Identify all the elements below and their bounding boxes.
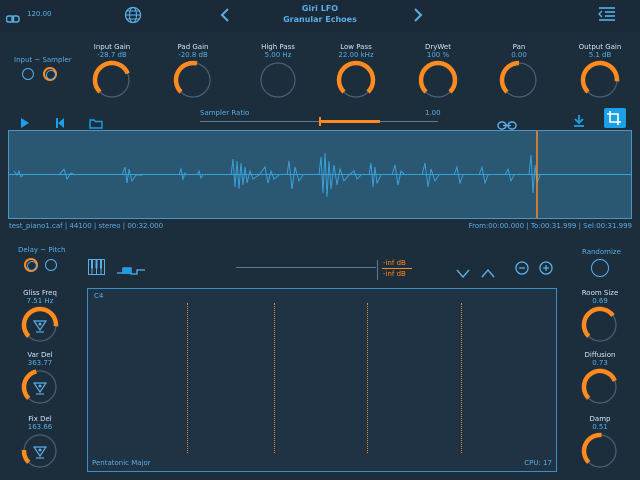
menu-icon[interactable] xyxy=(598,6,616,22)
waveform-view[interactable] xyxy=(8,130,632,219)
input-sampler-label: Input ~ Sampler xyxy=(14,56,72,64)
diffusion-knob[interactable] xyxy=(581,368,619,406)
next-preset-button[interactable] xyxy=(412,7,424,22)
filter-icon xyxy=(21,369,57,404)
selection-info: From:00:00.000 | To:00:31.999 | Sel:00:3… xyxy=(468,222,632,230)
room-size-knob[interactable] xyxy=(581,306,619,344)
grid-marker xyxy=(367,303,368,453)
meter-bottom-value: -inf dB xyxy=(383,270,406,278)
pad-gain-value: -20.8 dB xyxy=(178,51,208,59)
room-size-label: Room Size xyxy=(581,289,619,297)
fix-del-value: 163.66 xyxy=(27,423,53,431)
pad-gain-knob[interactable] xyxy=(173,60,213,100)
skip-back-icon[interactable] xyxy=(55,114,65,128)
delay-pitch-label: Delay ~ Pitch xyxy=(18,246,66,254)
gliss-freq-label: Gliss Freq xyxy=(23,289,57,297)
note-label: C4 xyxy=(94,292,104,300)
pan-label: Pan xyxy=(512,43,526,51)
app-name: Giri LFO xyxy=(301,4,339,13)
level-meter-line xyxy=(236,267,376,268)
delay-toggle[interactable] xyxy=(24,258,38,272)
preset-title[interactable]: Giri LFO Granular Echoes xyxy=(240,4,400,24)
fix-del-knob[interactable] xyxy=(21,432,59,470)
output-gain-label: Output Gain xyxy=(578,43,622,51)
globe-icon[interactable] xyxy=(124,6,142,24)
gliss-freq-knob[interactable] xyxy=(21,306,59,344)
meter-divider xyxy=(377,260,378,280)
sampler-toggle[interactable] xyxy=(43,67,57,81)
var-del-label: Var Del xyxy=(27,351,53,359)
high-pass-value: 5.00 Hz xyxy=(264,51,292,59)
zoom-in-icon[interactable] xyxy=(539,260,553,275)
grid-marker xyxy=(274,303,275,453)
dry-wet-knob[interactable] xyxy=(418,60,458,100)
high-pass-knob[interactable] xyxy=(258,60,298,100)
filter-icon xyxy=(21,306,59,342)
pitch-toggle[interactable] xyxy=(45,259,57,271)
download-icon[interactable] xyxy=(573,112,585,127)
var-del-knob[interactable] xyxy=(21,368,59,406)
meter-bottom-line xyxy=(382,268,412,269)
pad-gain-label: Pad Gain xyxy=(177,43,209,51)
input-gain-knob[interactable] xyxy=(92,60,132,100)
sampler-ratio-label: Sampler Ratio xyxy=(200,109,250,117)
damp-value: 0.51 xyxy=(592,423,608,431)
scale-label: Pentatonic Major xyxy=(92,459,151,467)
var-del-value: 363.77 xyxy=(27,359,53,367)
room-size-value: 0.69 xyxy=(592,297,608,305)
loop-link-icon[interactable] xyxy=(497,115,517,130)
sampler-ratio-slider[interactable] xyxy=(200,117,438,126)
low-pass-value: 22.00 kHz xyxy=(338,51,374,59)
low-pass-label: Low Pass xyxy=(340,43,372,51)
filter-icon xyxy=(21,434,57,468)
input-toggle[interactable] xyxy=(22,68,34,80)
play-icon[interactable] xyxy=(20,114,30,128)
link-icon[interactable] xyxy=(5,9,20,23)
folder-icon[interactable] xyxy=(89,114,103,129)
input-gain-label: Input Gain xyxy=(93,43,131,51)
crop-button[interactable] xyxy=(604,108,626,128)
high-pass-label: High Pass xyxy=(261,43,295,51)
output-gain-knob[interactable] xyxy=(580,60,620,100)
bpm-readout[interactable]: 120.00 xyxy=(27,10,52,18)
dry-wet-value: 100 % xyxy=(426,51,450,59)
input-gain-value: -28.7 dB xyxy=(97,51,127,59)
damp-label: Damp xyxy=(589,415,611,423)
sampler-ratio-value: 1.00 xyxy=(425,109,441,117)
fix-del-label: Fix Del xyxy=(28,415,52,423)
previous-preset-button[interactable] xyxy=(219,7,231,22)
keyboard-icon[interactable] xyxy=(88,259,105,275)
randomize-label: Randomize xyxy=(582,248,621,256)
zoom-out-icon[interactable] xyxy=(515,260,529,275)
chevron-down-icon[interactable] xyxy=(456,263,470,279)
gliss-freq-value: 7.51 Hz xyxy=(26,297,54,305)
damp-knob[interactable] xyxy=(581,432,619,470)
meter-top-value: -inf dB xyxy=(383,259,406,267)
pan-value: 0.00 xyxy=(511,51,527,59)
low-pass-knob[interactable] xyxy=(336,60,376,100)
grid-marker xyxy=(461,303,462,453)
dry-wet-label: DryWet xyxy=(425,43,451,51)
diffusion-label: Diffusion xyxy=(584,351,616,359)
randomize-button[interactable] xyxy=(591,259,609,277)
pan-knob[interactable] xyxy=(499,60,539,100)
chevron-up-icon[interactable] xyxy=(481,263,495,278)
output-gain-value: 5.1 dB xyxy=(588,51,612,59)
crop-icon xyxy=(607,111,621,125)
pitch-grid-panel[interactable]: C4 Pentatonic Major CPU: 17 xyxy=(87,288,557,472)
cpu-label: CPU: 17 xyxy=(524,459,552,467)
waveform-shape-icon[interactable] xyxy=(117,262,145,275)
preset-name: Granular Echoes xyxy=(283,15,357,24)
grid-marker xyxy=(187,303,188,453)
file-info: test_piano1.caf | 44100 | stereo | 00:32… xyxy=(9,222,164,230)
diffusion-value: 0.73 xyxy=(592,359,608,367)
